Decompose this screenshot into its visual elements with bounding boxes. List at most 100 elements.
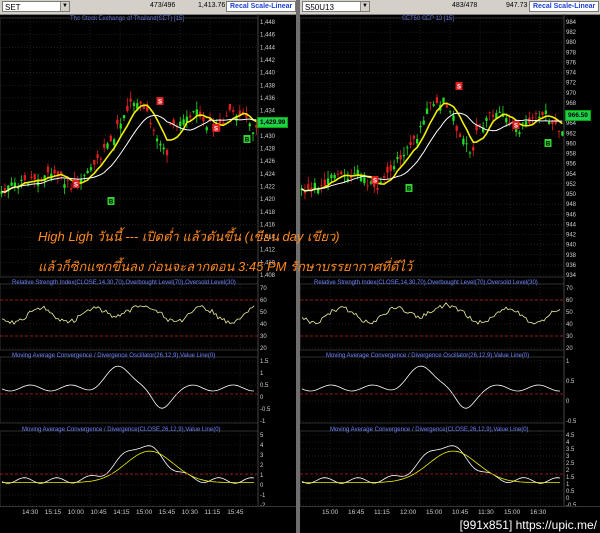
- rsi-tick-label: 50: [566, 310, 573, 316]
- candle-body: [165, 150, 169, 156]
- macd-tick-label: 3: [566, 454, 570, 460]
- annotation-line-2: แล้วก็ซิกแซกขึ้นลง ก่อนจะลากตอน 3:45 PM …: [38, 259, 413, 274]
- candle-body: [409, 142, 412, 145]
- price-tick-label: 934: [566, 273, 577, 279]
- macd-tick-label: 2.5: [566, 461, 575, 467]
- osc-panel-title: Moving Average Convergence / Divergence …: [326, 353, 530, 359]
- candle-body: [425, 108, 429, 114]
- macd-panel-frame: [300, 430, 565, 508]
- price-tick-label: 972: [566, 81, 577, 87]
- rsi-panel-title: Relative Strength Index(CLOSE,14,30,70),…: [12, 280, 236, 286]
- candle-body: [99, 158, 103, 160]
- price-tick-label: 1,446: [260, 33, 276, 39]
- candle-body: [10, 182, 13, 186]
- price-tick-label: 940: [566, 243, 577, 249]
- sell-signal-label: S: [514, 124, 518, 130]
- macd-tick-label: 4: [260, 443, 264, 449]
- osc-tick-label: -1: [260, 419, 266, 425]
- buy-signal-label: B: [546, 142, 551, 148]
- candle-body: [379, 181, 383, 183]
- time-tick-label: 15:45: [227, 509, 244, 516]
- osc-tick-label: 0.5: [260, 383, 269, 389]
- price-tick-label: 1,430: [260, 134, 276, 140]
- candle-body: [442, 97, 445, 103]
- candle-body: [159, 143, 162, 146]
- candle-body: [86, 170, 89, 174]
- candle-body: [402, 154, 406, 157]
- time-tick-label: 16:45: [348, 509, 365, 516]
- candle-body: [53, 169, 56, 174]
- osc-tick-label: 0: [566, 399, 570, 405]
- macd-tick-label: 1: [566, 482, 570, 488]
- candle-body: [531, 117, 534, 119]
- rsi-tick-label: 40: [260, 322, 267, 328]
- time-tick-label: 15:00: [504, 509, 521, 516]
- time-tick-label: 15:00: [136, 509, 153, 516]
- price-tick-label: 956: [566, 162, 577, 168]
- candle-body: [389, 164, 392, 171]
- candle-body: [205, 127, 208, 131]
- candle-body: [228, 103, 232, 110]
- price-tick-label: 938: [566, 253, 577, 259]
- price-tick-label: 1,426: [260, 159, 276, 165]
- candle-body: [326, 178, 330, 185]
- candle-body: [46, 166, 50, 173]
- candle-body: [396, 157, 399, 159]
- oscillator-line: [1, 365, 255, 409]
- price-tick-label: 980: [566, 40, 577, 46]
- macd-tick-label: 2: [566, 468, 570, 474]
- candle-body: [419, 126, 422, 128]
- candle-body: [392, 166, 396, 170]
- rsi-tick-label: 30: [566, 334, 573, 340]
- rsi-tick-label: 70: [566, 286, 573, 292]
- candle-body: [491, 114, 495, 117]
- candle-body: [514, 129, 518, 133]
- candle-body: [521, 122, 524, 124]
- candle-body: [547, 121, 551, 124]
- macd-tick-label: 4.5: [566, 433, 575, 439]
- price-tick-label: 968: [566, 101, 577, 107]
- candle-body: [544, 110, 548, 115]
- osc-tick-label: 1: [260, 371, 264, 377]
- time-tick-label: 11:15: [374, 509, 390, 516]
- sell-signal-label: S: [373, 179, 377, 185]
- price-tick-label: 1,442: [260, 58, 276, 64]
- candle-body: [225, 115, 228, 117]
- candle-body: [132, 103, 136, 106]
- rsi-panel-frame: [0, 283, 259, 351]
- time-tick-label: 15:00: [426, 509, 443, 516]
- time-tick-label: 14:30: [22, 509, 39, 516]
- price-tick-label: 1,428: [260, 147, 276, 153]
- candle-body: [462, 138, 465, 145]
- candle-body: [478, 124, 482, 126]
- time-tick-label: 10:45: [452, 509, 469, 516]
- rsi-tick-label: 40: [566, 322, 573, 328]
- candle-body: [232, 110, 235, 112]
- candle-body: [452, 115, 455, 121]
- time-axis: 14:30 15:15 10:00 10:45 14:15 15:00 15:45 10:30…: [0, 506, 296, 520]
- candle-body: [524, 121, 528, 126]
- price-tick-label: 970: [566, 91, 577, 97]
- price-tick-label: 982: [566, 30, 577, 36]
- candle-body: [561, 131, 564, 136]
- candle-body: [323, 179, 326, 186]
- time-tick-label: 15:45: [158, 509, 176, 516]
- osc-panel-title: Moving Average Convergence / Divergence …: [12, 353, 216, 359]
- rsi-tick-label: 50: [260, 310, 267, 316]
- macd-line: [1, 445, 255, 484]
- price-tick-label: 1,420: [260, 197, 276, 203]
- candle-body: [538, 116, 541, 118]
- candle-body: [432, 104, 435, 106]
- buy-signal-label: B: [407, 187, 412, 193]
- osc-tick-label: -0.5: [566, 419, 577, 425]
- time-tick-label: 11:30: [478, 509, 494, 516]
- candle-body: [89, 167, 93, 171]
- time-tick-label: 11:15: [204, 509, 221, 516]
- candle-body: [488, 112, 491, 114]
- price-tick-label: 952: [566, 182, 577, 188]
- current-price-box: 966.50: [565, 110, 591, 121]
- price-tick-label: 1,422: [260, 184, 276, 190]
- candle-body: [399, 155, 402, 160]
- rsi-line: [1, 305, 255, 325]
- candle-body: [412, 135, 416, 139]
